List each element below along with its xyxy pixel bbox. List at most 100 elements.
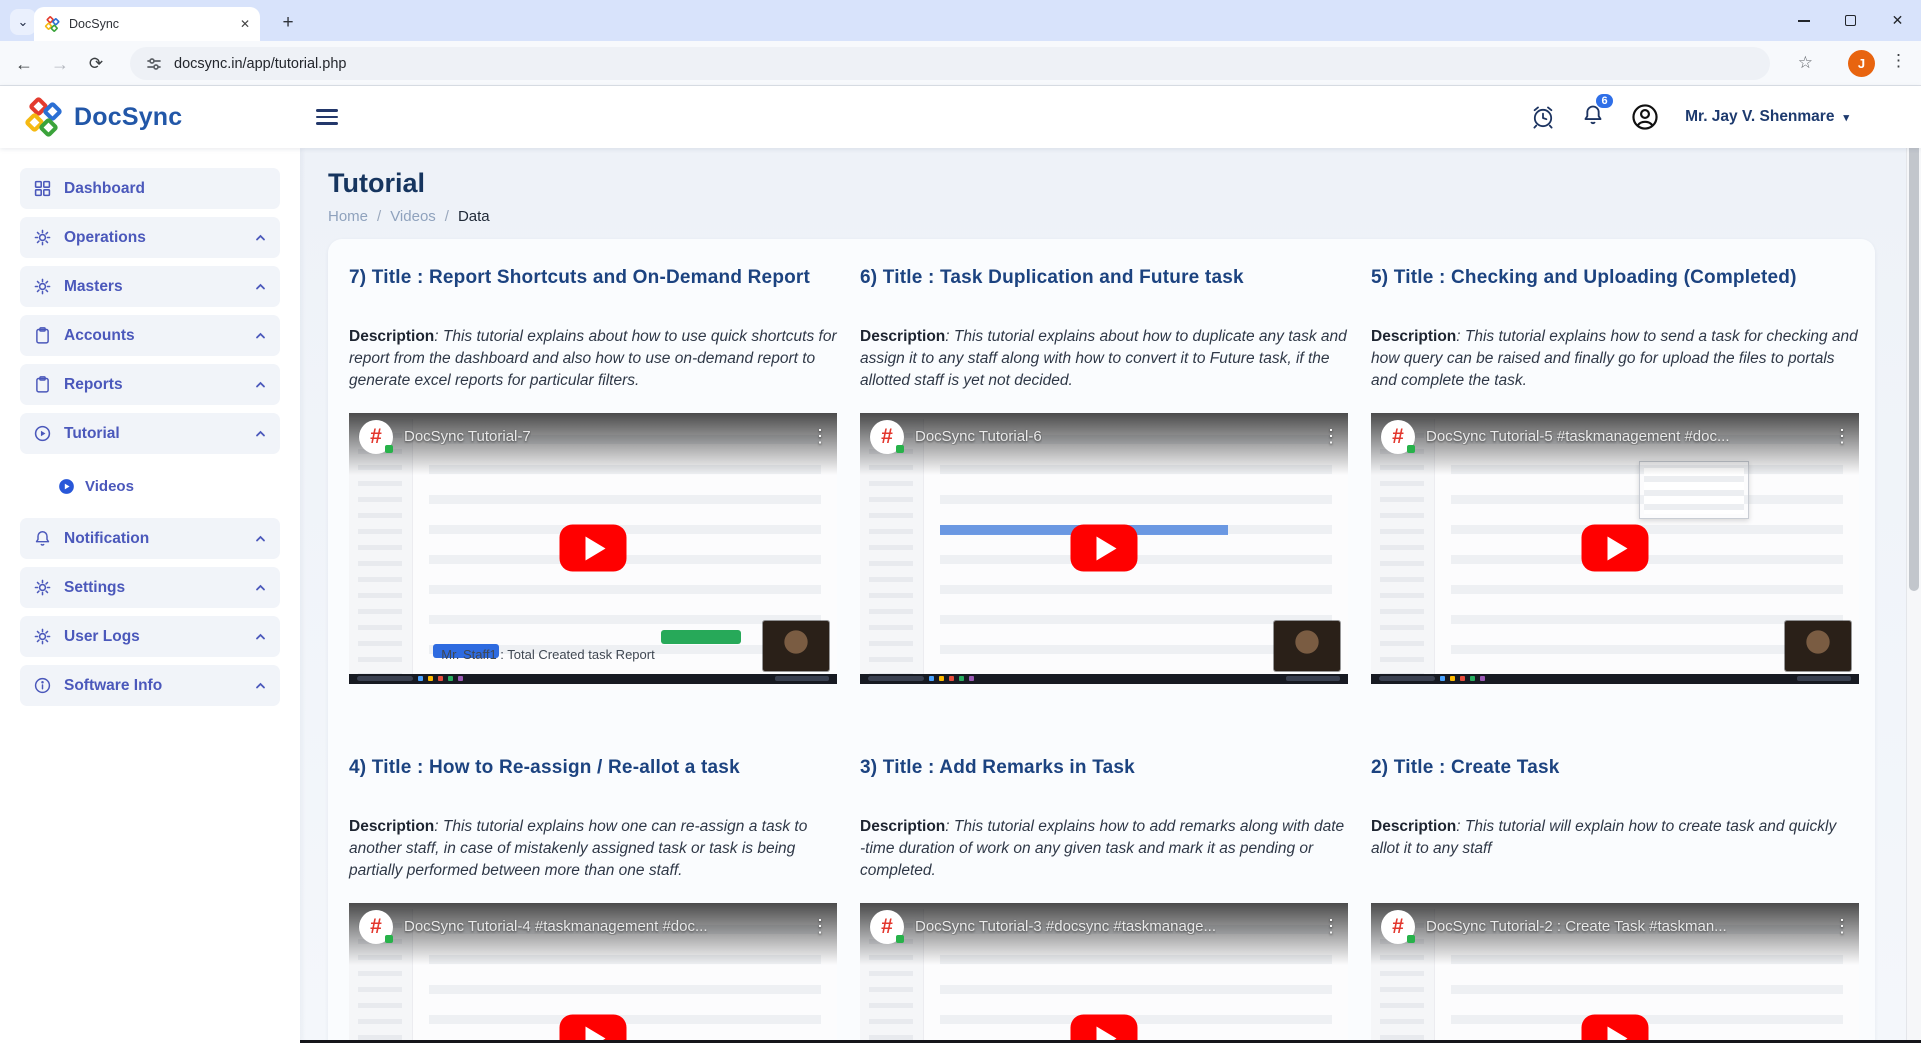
youtube-play-button[interactable] (1071, 1015, 1138, 1043)
sidebar-item-reports[interactable]: Reports (20, 364, 280, 405)
channel-avatar[interactable]: # (870, 910, 904, 944)
youtube-play-button[interactable] (1071, 525, 1138, 572)
hash-icon: # (881, 425, 893, 449)
youtube-player[interactable]: # DocSync Tutorial-3 #docsync #taskmanage… (860, 903, 1348, 1043)
breadcrumb-home-link[interactable]: Home (328, 208, 368, 225)
breadcrumb-videos-link[interactable]: Videos (390, 208, 436, 225)
new-tab-button[interactable]: + (275, 10, 301, 36)
sidebar-item-operations[interactable]: Operations (20, 217, 280, 258)
description-label: Description (860, 818, 945, 835)
chevron-up-icon (254, 427, 267, 440)
info-icon (33, 676, 52, 695)
browser-menu-button[interactable]: ⋮ (1890, 51, 1907, 71)
youtube-player[interactable]: Mr. Staff1 : Total Created task Report#D… (349, 413, 837, 684)
sidebar-item-label: Masters (64, 278, 123, 296)
minimize-button[interactable] (1780, 0, 1827, 41)
youtube-player[interactable]: # DocSync Tutorial-4 #taskmanagement #doc… (349, 903, 837, 1043)
player-video-title[interactable]: DocSync Tutorial-4 #taskmanagement #doc.… (404, 918, 708, 935)
player-video-title[interactable]: DocSync Tutorial-3 #docsync #taskmanage.… (915, 918, 1216, 935)
maximize-button[interactable] (1827, 0, 1874, 41)
player-video-title[interactable]: DocSync Tutorial-6 (915, 428, 1042, 445)
sidebar-toggle-button[interactable] (316, 109, 338, 125)
player-video-title[interactable]: DocSync Tutorial-5 #taskmanagement #doc.… (1426, 428, 1730, 445)
close-button[interactable]: ✕ (1874, 0, 1921, 41)
page-scrollbar[interactable] (1906, 87, 1921, 1043)
video-card: 4) Title : How to Re-assign / Re-allot a… (349, 756, 837, 1043)
channel-avatar[interactable]: # (1381, 910, 1415, 944)
sidebar-item-user-logs[interactable]: User Logs (20, 616, 280, 657)
channel-avatar[interactable]: # (359, 420, 393, 454)
notification-badge: 6 (1596, 94, 1613, 108)
youtube-play-button[interactable] (560, 525, 627, 572)
chevron-up-icon (254, 581, 267, 594)
site-settings-icon[interactable] (146, 56, 162, 72)
video-grid: 7) Title : Report Shortcuts and On-Deman… (349, 266, 1854, 1043)
sidebar-item-tutorial[interactable]: Tutorial (20, 413, 280, 454)
chevron-up-icon (254, 329, 267, 342)
tab-close-icon[interactable]: ✕ (240, 17, 250, 31)
play-filled-icon (58, 478, 75, 495)
sidebar-item-notification[interactable]: Notification (20, 518, 280, 559)
back-button[interactable]: ← (10, 50, 38, 78)
sidebar-item-settings[interactable]: Settings (20, 567, 280, 608)
video-card: 3) Title : Add Remarks in TaskDescriptio… (860, 756, 1348, 1043)
tab-search-button[interactable]: ⌄ (10, 9, 36, 35)
sidebar-item-dashboard[interactable]: Dashboard (20, 168, 280, 209)
video-description: Description: This tutorial explains how … (860, 816, 1348, 884)
reload-button[interactable]: ⟳ (82, 50, 110, 78)
forward-button[interactable]: → (46, 50, 74, 78)
sidebar-item-accounts[interactable]: Accounts (20, 315, 280, 356)
gear-icon (33, 627, 52, 646)
video-title: 5) Title : Checking and Uploading (Compl… (1371, 266, 1859, 290)
clipboard-icon (33, 375, 52, 394)
notifications-button[interactable]: 6 (1581, 103, 1605, 132)
clipboard-icon (33, 326, 52, 345)
app-header: DocSync 6 Mr. Jay V. Shenmare ▾ (0, 86, 1921, 148)
sidebar-item-masters[interactable]: Masters (20, 266, 280, 307)
channel-avatar[interactable]: # (359, 910, 393, 944)
player-video-title[interactable]: DocSync Tutorial-7 (404, 428, 531, 445)
url-text: docsync.in/app/tutorial.php (174, 56, 347, 72)
player-more-button[interactable]: ⋮ (1833, 426, 1851, 447)
browser-tab-docsync[interactable]: DocSync ✕ (34, 7, 260, 41)
player-video-title[interactable]: DocSync Tutorial-2 : Create Task #taskma… (1426, 918, 1727, 935)
gear-icon (33, 228, 52, 247)
youtube-play-button[interactable] (1582, 525, 1649, 572)
youtube-play-button[interactable] (560, 1015, 627, 1043)
webcam-overlay (1785, 621, 1851, 671)
bookmark-star-button[interactable]: ☆ (1798, 53, 1813, 73)
player-more-button[interactable]: ⋮ (1833, 916, 1851, 937)
channel-avatar[interactable]: # (870, 420, 904, 454)
player-more-button[interactable]: ⋮ (811, 916, 829, 937)
gear-icon (33, 277, 52, 296)
youtube-player[interactable]: # DocSync Tutorial-2 : Create Task #taskm… (1371, 903, 1859, 1043)
youtube-player[interactable]: # DocSync Tutorial-5 #taskmanagement #doc… (1371, 413, 1859, 684)
sidebar-subitem-videos[interactable]: Videos (20, 462, 280, 510)
browser-toolbar: ← → ⟳ docsync.in/app/tutorial.php ☆ J ⋮ (0, 41, 1921, 86)
scrollbar-thumb[interactable] (1909, 119, 1919, 591)
sidebar-item-label: Software Info (64, 677, 162, 695)
user-avatar-icon[interactable] (1630, 102, 1660, 132)
star-icon: ☆ (1798, 53, 1813, 72)
youtube-player[interactable]: # DocSync Tutorial-6 ⋮ (860, 413, 1348, 684)
brand-logo[interactable]: DocSync (0, 97, 300, 137)
browser-profile-avatar[interactable]: J (1848, 50, 1875, 77)
alarm-clock-icon[interactable] (1530, 104, 1556, 130)
player-more-button[interactable]: ⋮ (1322, 916, 1340, 937)
player-more-button[interactable]: ⋮ (1322, 426, 1340, 447)
user-name: Mr. Jay V. Shenmare (1685, 108, 1834, 126)
gear-icon (33, 578, 52, 597)
address-bar[interactable]: docsync.in/app/tutorial.php (130, 47, 1770, 80)
user-menu[interactable]: Mr. Jay V. Shenmare ▾ (1685, 108, 1849, 126)
video-card: 2) Title : Create TaskDescription: This … (1371, 756, 1859, 1043)
video-card: 7) Title : Report Shortcuts and On-Deman… (349, 266, 837, 684)
video-taskbar (1371, 674, 1859, 684)
youtube-play-button[interactable] (1582, 1015, 1649, 1043)
player-more-button[interactable]: ⋮ (811, 426, 829, 447)
video-title: 6) Title : Task Duplication and Future t… (860, 266, 1348, 290)
description-label: Description (349, 328, 434, 345)
description-label: Description (349, 818, 434, 835)
channel-avatar[interactable]: # (1381, 420, 1415, 454)
sidebar-item-software-info[interactable]: Software Info (20, 665, 280, 706)
sidebar-item-label: Tutorial (64, 425, 120, 443)
